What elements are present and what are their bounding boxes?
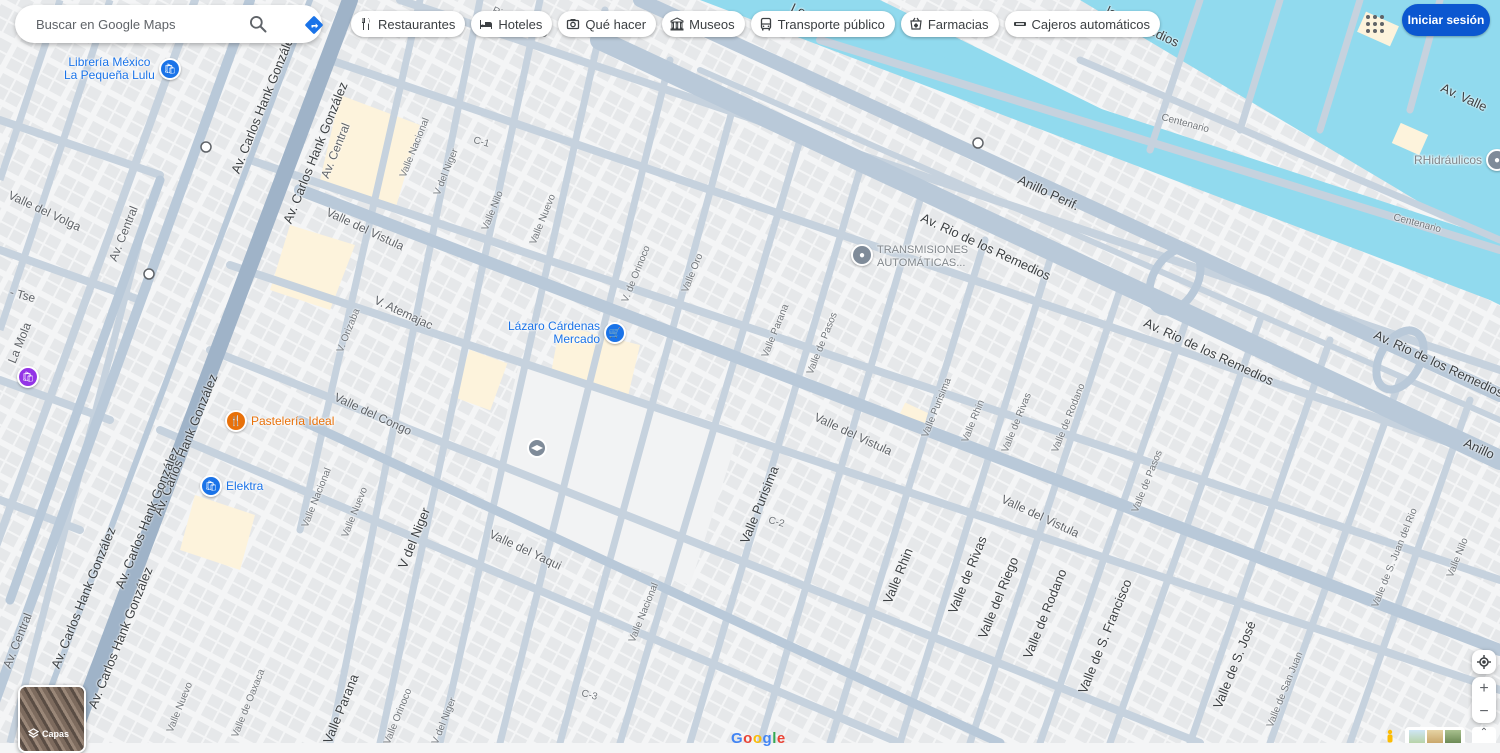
google-logo-letter: g (762, 730, 773, 747)
place-rhidraulicos[interactable]: ● RHidráulicos (1414, 149, 1500, 171)
bed-icon (480, 20, 493, 29)
chip-label: Restaurantes (378, 16, 456, 32)
traffic-thumbnail[interactable] (1427, 730, 1443, 743)
zoom-out-button[interactable]: − (1472, 700, 1496, 723)
satellite-thumbnail (20, 687, 84, 751)
place-libreria-mexico[interactable]: 🛍 Librería México La Pequeña Lulu (64, 56, 181, 82)
chip-label: Museos (689, 16, 735, 32)
satellite-small-thumbnail[interactable] (1445, 730, 1461, 743)
shopping-bag-icon: 🛍 (17, 366, 39, 388)
school-marker[interactable] (527, 438, 547, 458)
shopping-bag-icon: 🛍 (158, 58, 181, 80)
place-name: RHidráulicos (1414, 153, 1483, 167)
chip-restaurantes[interactable]: Restaurantes (351, 11, 466, 37)
google-logo-letter: e (776, 730, 786, 747)
chip-label: Hoteles (498, 16, 543, 32)
directions-icon[interactable] (304, 15, 324, 35)
chip-label: Qué hacer (585, 16, 647, 32)
zoom-in-button[interactable]: + (1472, 677, 1496, 700)
place-transmisiones[interactable]: ● TRANSMISIONES AUTOMÁTICAS... (851, 244, 968, 270)
chip-farmacias[interactable]: Farmacias (900, 11, 999, 37)
my-location-icon (1477, 655, 1491, 669)
my-location-button[interactable] (1472, 650, 1496, 674)
chip-label: Cajeros automáticos (1031, 16, 1151, 32)
google-logo-letter: o (743, 730, 753, 747)
place-purple-marker[interactable]: 🛍 (17, 366, 39, 388)
place-name: Pastelería Ideal (251, 414, 335, 428)
place-name-line1: TRANSMISIONES (877, 244, 969, 256)
chip-transporte-publico[interactable]: Transporte público (750, 11, 895, 37)
atm-icon (1013, 22, 1026, 26)
search-box (15, 5, 324, 43)
place-name: Elektra (226, 479, 264, 493)
pin-icon: ● (1486, 149, 1500, 171)
layers-label: Capas (42, 728, 70, 739)
place-name-line2: Mercado (553, 332, 601, 346)
fork-knife-icon (362, 18, 370, 30)
place-lazaro-cardenas-mercado[interactable]: 🛒 Lázaro Cárdenas Mercado (508, 320, 627, 346)
google-apps-icon[interactable] (1363, 12, 1385, 34)
expand-chevron-icon[interactable]: ⌃ (1472, 727, 1496, 743)
imagery-thumbnails[interactable] (1405, 727, 1465, 743)
pharmacy-icon (910, 17, 922, 30)
shopping-bag-icon: 🛍 (200, 475, 222, 497)
search-input[interactable] (34, 15, 248, 33)
chip-label: Transporte público (777, 16, 885, 32)
terrain-thumbnail[interactable] (1409, 730, 1425, 743)
category-chips: Restaurantes Hoteles Qué hacer Museos Tr… (351, 11, 1161, 37)
zoom-controls: + − (1472, 677, 1496, 723)
place-elektra[interactable]: 🛍 Elektra (200, 475, 263, 497)
layers-label-group: Capas (28, 728, 69, 739)
google-logo-letter: o (752, 730, 763, 747)
google-logo-text: Google (731, 730, 786, 747)
place-pasteleria-ideal[interactable]: 🍴 Pastelería Ideal (225, 410, 334, 432)
chip-hoteles[interactable]: Hoteles (471, 11, 553, 37)
restaurant-icon: 🍴 (225, 410, 247, 432)
museum-icon (670, 17, 684, 31)
pin-icon: ● (851, 244, 873, 266)
map-canvas[interactable] (0, 0, 1500, 743)
chip-que-hacer[interactable]: Qué hacer (558, 11, 657, 37)
signin-button[interactable]: Iniciar sesión (1402, 4, 1490, 36)
chip-label: Farmacias (927, 16, 989, 32)
chip-museos[interactable]: Museos (662, 11, 745, 37)
layers-icon (28, 728, 39, 738)
place-name-line2: AUTOMÁTICAS... (877, 257, 966, 269)
camera-icon (567, 19, 580, 30)
search-icon[interactable] (248, 14, 268, 34)
shopping-cart-icon: 🛒 (604, 322, 627, 344)
google-logo: Google (731, 730, 786, 747)
google-logo-letter: G (731, 730, 744, 747)
pegman-icon[interactable] (1383, 729, 1397, 743)
bus-icon (760, 17, 771, 31)
chip-cajeros-automaticos[interactable]: Cajeros automáticos (1004, 11, 1161, 37)
place-name-line2: La Pequeña Lulu (64, 68, 155, 82)
